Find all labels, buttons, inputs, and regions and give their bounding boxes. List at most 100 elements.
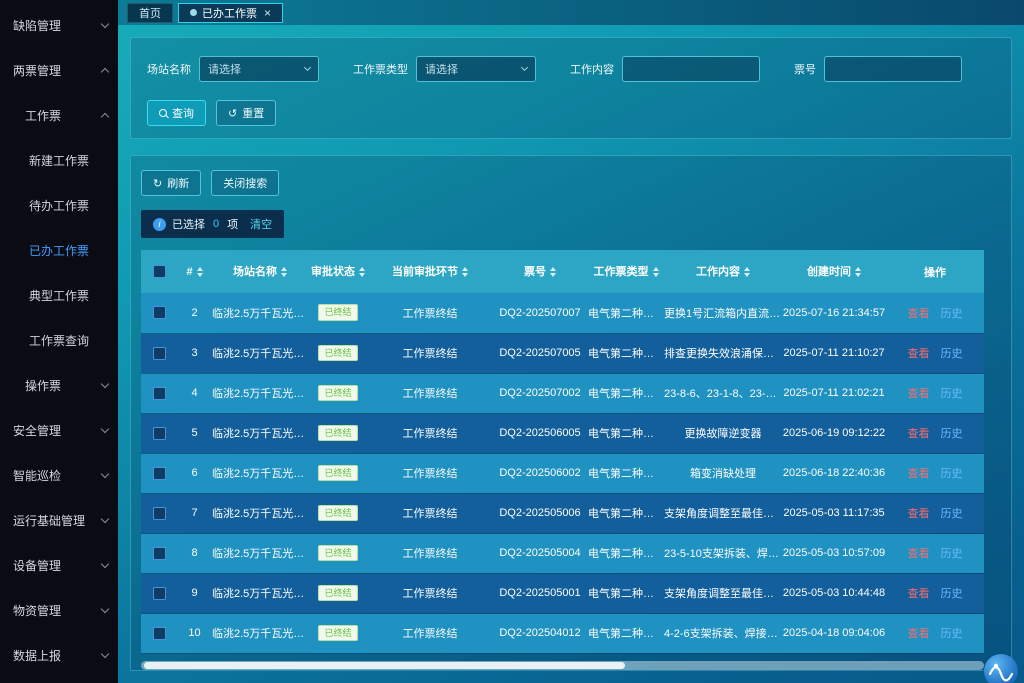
app-logo[interactable] xyxy=(983,653,1019,683)
history-link[interactable]: 历史 xyxy=(941,548,963,560)
col-header-station[interactable]: 场站名称 xyxy=(212,250,308,293)
filter-row: 场站名称 请选择 工作票类型 请选择 工作内容 xyxy=(147,56,997,82)
station-name-select[interactable]: 请选择 xyxy=(199,56,319,82)
sidebar-item-typical-work-ticket[interactable]: 典型工作票 xyxy=(0,273,118,318)
view-link[interactable]: 查看 xyxy=(907,468,929,480)
view-link[interactable]: 查看 xyxy=(907,548,929,560)
history-link[interactable]: 历史 xyxy=(941,308,963,320)
row-checkbox[interactable] xyxy=(153,547,166,560)
history-link[interactable]: 历史 xyxy=(941,588,963,600)
history-link[interactable]: 历史 xyxy=(941,428,963,440)
sort-icon[interactable] xyxy=(197,264,203,280)
horizontal-scrollbar[interactable] xyxy=(141,661,984,670)
sidebar-item-work-ticket[interactable]: 工作票 xyxy=(0,93,118,138)
sidebar-item-done-work-ticket[interactable]: 已办工作票 xyxy=(0,228,118,273)
select-all-checkbox[interactable] xyxy=(153,265,166,278)
station-filter-group: 场站名称 请选择 xyxy=(147,56,319,82)
row-checkbox[interactable] xyxy=(153,587,166,600)
view-link[interactable]: 查看 xyxy=(907,348,929,360)
sidebar-item-label: 两票管理 xyxy=(13,62,61,79)
close-search-button[interactable]: 关闭搜索 xyxy=(211,170,279,196)
col-header-ticket-type[interactable]: 工作票类型 xyxy=(588,250,664,293)
sidebar-item-pending-work-ticket[interactable]: 待办工作票 xyxy=(0,183,118,228)
sidebar-item-label: 新建工作票 xyxy=(29,152,89,169)
history-link[interactable]: 历史 xyxy=(941,628,963,640)
sidebar-item-data-report[interactable]: 数据上报 xyxy=(0,633,118,678)
row-index-cell: 6 xyxy=(177,453,212,493)
history-link[interactable]: 历史 xyxy=(941,388,963,400)
work-content-input[interactable] xyxy=(622,56,760,82)
view-link[interactable]: 查看 xyxy=(907,308,929,320)
close-icon[interactable] xyxy=(264,7,271,19)
create-time-cell: 2025-06-19 09:12:22 xyxy=(782,413,886,453)
sidebar: 缺陷管理 两票管理 工作票 新建工作票 待办工作票 已办工作票 典型工作票 工作… xyxy=(0,0,118,683)
history-link[interactable]: 历史 xyxy=(941,468,963,480)
row-checkbox[interactable] xyxy=(153,306,166,319)
row-checkbox[interactable] xyxy=(153,507,166,520)
sidebar-item-operation-ticket[interactable]: 操作票 xyxy=(0,363,118,408)
select-all-cell xyxy=(141,250,177,293)
sidebar-item-safety-mgmt[interactable]: 安全管理 xyxy=(0,408,118,453)
work-content-cell: 支架角度调整至最佳角度 xyxy=(664,573,782,613)
col-header-work-content[interactable]: 工作内容 xyxy=(664,250,782,293)
ticket-type-select[interactable]: 请选择 xyxy=(416,56,536,82)
col-header-step[interactable]: 当前审批环节 xyxy=(368,250,492,293)
view-link[interactable]: 查看 xyxy=(907,588,929,600)
clear-selection-link[interactable]: 清空 xyxy=(250,216,272,232)
chevron-down-icon xyxy=(101,515,109,523)
sort-icon[interactable] xyxy=(281,264,287,280)
refresh-button[interactable]: 刷新 xyxy=(141,170,201,196)
row-checkbox[interactable] xyxy=(153,387,166,400)
history-link[interactable]: 历史 xyxy=(941,508,963,520)
selection-prefix: 已选择 xyxy=(172,216,205,232)
sidebar-item-equipment-mgmt[interactable]: 设备管理 xyxy=(0,543,118,588)
status-badge: 已终结 xyxy=(318,425,357,442)
view-link[interactable]: 查看 xyxy=(907,508,929,520)
refresh-button-label: 刷新 xyxy=(167,175,189,191)
row-checkbox[interactable] xyxy=(153,347,166,360)
sidebar-item-label: 操作票 xyxy=(25,377,61,394)
sort-icon[interactable] xyxy=(550,264,556,280)
tab-done-work-ticket[interactable]: 已办工作票 xyxy=(178,3,283,23)
query-button[interactable]: 查询 xyxy=(147,100,206,126)
sidebar-item-new-work-ticket[interactable]: 新建工作票 xyxy=(0,138,118,183)
col-header-index[interactable]: # xyxy=(177,250,212,293)
col-header-status[interactable]: 审批状态 xyxy=(308,250,368,293)
reset-button[interactable]: 重置 xyxy=(216,100,276,126)
ticket-type-cell: 电气第二种工作票 xyxy=(588,573,664,613)
col-header-ticket-no[interactable]: 票号 xyxy=(492,250,588,293)
work-content-filter-group: 工作内容 xyxy=(570,56,760,82)
station-cell: 临洮2.5万千瓦光伏电... xyxy=(212,373,308,413)
row-checkbox[interactable] xyxy=(153,627,166,640)
scrollbar-thumb[interactable] xyxy=(144,662,625,669)
sidebar-item-work-ticket-query[interactable]: 工作票查询 xyxy=(0,318,118,363)
sort-icon[interactable] xyxy=(744,264,750,280)
sidebar-item-defect-mgmt[interactable]: 缺陷管理 xyxy=(0,3,118,48)
view-link[interactable]: 查看 xyxy=(907,388,929,400)
reset-button-label: 重置 xyxy=(242,105,264,121)
view-link[interactable]: 查看 xyxy=(907,628,929,640)
history-link[interactable]: 历史 xyxy=(941,348,963,360)
actions-cell: 查看 历史 xyxy=(886,293,984,333)
sort-icon[interactable] xyxy=(462,264,468,280)
tab-home[interactable]: 首页 xyxy=(127,3,173,23)
ticket-no-input[interactable] xyxy=(824,56,962,82)
sidebar-item-label: 待办工作票 xyxy=(29,197,89,214)
work-content-cell: 更换1号汇流箱内直流断... xyxy=(664,293,782,333)
sidebar-item-operation-basic-mgmt[interactable]: 运行基础管理 xyxy=(0,498,118,543)
create-time-cell: 2025-06-18 22:40:36 xyxy=(782,453,886,493)
sort-icon[interactable] xyxy=(359,264,365,280)
sidebar-item-two-ticket-mgmt[interactable]: 两票管理 xyxy=(0,48,118,93)
row-checkbox[interactable] xyxy=(153,427,166,440)
sidebar-item-smart-inspection[interactable]: 智能巡检 xyxy=(0,453,118,498)
view-link[interactable]: 查看 xyxy=(907,428,929,440)
sidebar-item-material-mgmt[interactable]: 物资管理 xyxy=(0,588,118,633)
sort-icon[interactable] xyxy=(653,264,659,280)
col-header-create-time[interactable]: 创建时间 xyxy=(782,250,886,293)
station-cell: 临洮2.5万千瓦光伏电... xyxy=(212,573,308,613)
sort-icon[interactable] xyxy=(855,264,861,280)
ticket-no-filter-group: 票号 xyxy=(794,56,962,82)
sidebar-item-label: 设备管理 xyxy=(13,557,61,574)
row-checkbox[interactable] xyxy=(153,467,166,480)
status-badge: 已终结 xyxy=(318,505,357,522)
